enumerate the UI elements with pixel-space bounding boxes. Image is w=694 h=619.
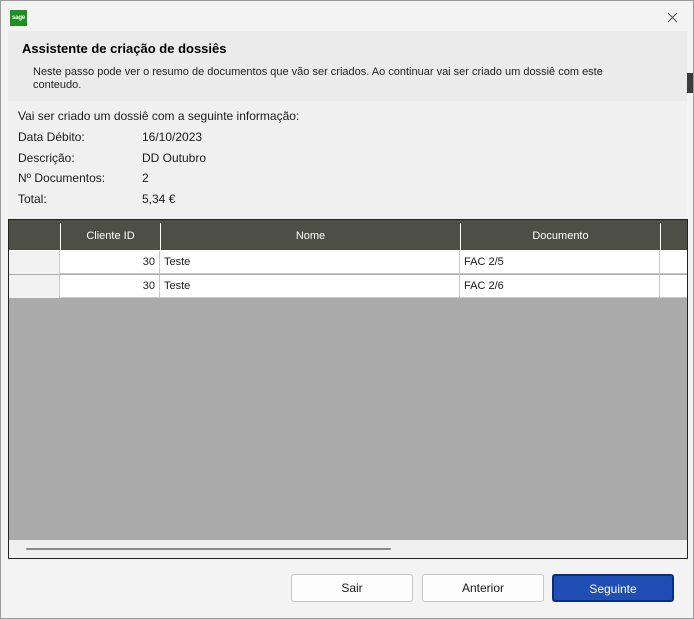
title-bar: sage [1, 1, 693, 31]
summary-value: 2 [142, 171, 149, 185]
horizontal-scrollbar[interactable] [9, 540, 687, 558]
close-button[interactable] [661, 7, 683, 27]
summary-label: Nº Documentos: [18, 171, 106, 185]
row-selector[interactable] [9, 251, 60, 274]
summary-row-total: Total: 5,34 € [18, 192, 175, 206]
row-selector[interactable] [9, 275, 60, 298]
wizard-title: Assistente de criação de dossiês [22, 41, 227, 56]
backdrop-strip [686, 73, 693, 93]
table-row[interactable]: 30 Teste FAC 2/6 [9, 275, 687, 298]
grid-header: Cliente ID Nome Documento [9, 220, 687, 251]
cell-nome[interactable]: Teste [160, 251, 460, 274]
wizard-description: Neste passo pode ver o resumo de documen… [33, 66, 603, 91]
summary-label: Total: [18, 192, 47, 206]
next-button[interactable]: Seguinte [552, 574, 674, 602]
summary-panel: Vai ser criado um dossiê com a seguinte … [8, 101, 687, 219]
summary-label: Data Débito: [18, 130, 85, 144]
cell-documento[interactable]: FAC 2/6 [460, 275, 660, 298]
column-header-empty [660, 223, 687, 250]
summary-value: DD Outubro [142, 151, 207, 165]
column-header-cliente-id[interactable]: Cliente ID [60, 223, 160, 250]
table-row[interactable]: 30 Teste FAC 2/5 [9, 251, 687, 274]
summary-label: Descrição: [18, 151, 75, 165]
cell-cliente-id[interactable]: 30 [60, 251, 160, 274]
column-header-nome[interactable]: Nome [160, 223, 460, 250]
summary-value: 16/10/2023 [142, 130, 203, 144]
dialog-window: sage Assistente de criação de dossiês Ne… [0, 0, 694, 619]
summary-intro: Vai ser criado um dossiê com a seguinte … [18, 109, 300, 123]
scrollbar-thumb[interactable] [26, 548, 391, 550]
cell-cliente-id[interactable]: 30 [60, 275, 160, 298]
previous-button[interactable]: Anterior [422, 574, 544, 602]
summary-row-num-documentos: Nº Documentos: 2 [18, 171, 149, 185]
summary-value: 5,34 € [142, 192, 176, 206]
summary-row-descricao: Descrição: DD Outubro [18, 151, 206, 165]
documents-grid[interactable]: Cliente ID Nome Documento 30 Teste FAC 2… [8, 219, 688, 559]
wizard-header: Assistente de criação de dossiês Neste p… [8, 31, 687, 101]
cell-nome[interactable]: Teste [160, 275, 460, 298]
cell-documento[interactable]: FAC 2/5 [460, 251, 660, 274]
close-icon [667, 12, 677, 22]
exit-button[interactable]: Sair [291, 574, 413, 602]
summary-row-data-debito: Data Débito: 16/10/2023 [18, 130, 202, 144]
column-header-documento[interactable]: Documento [460, 223, 660, 250]
sage-logo-icon: sage [10, 10, 27, 26]
